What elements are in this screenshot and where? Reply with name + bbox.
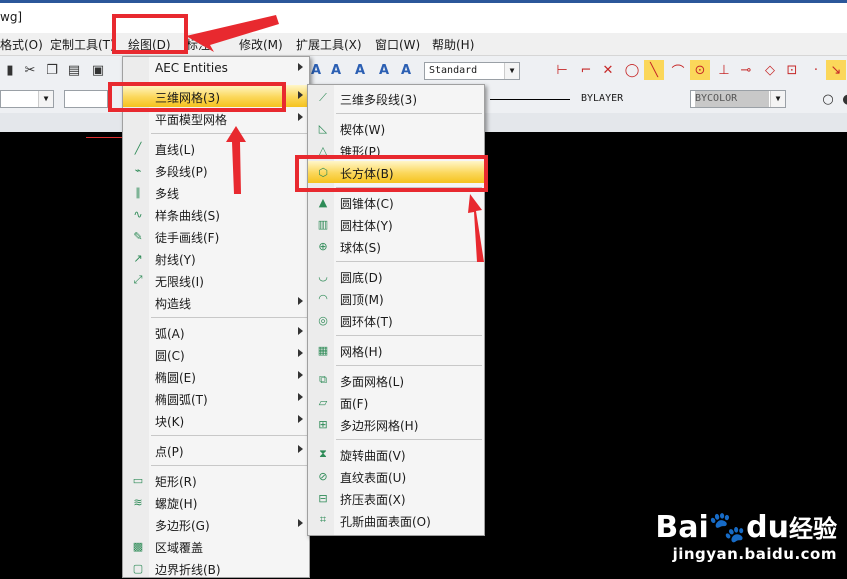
baidu-watermark: Bai🐾du经验 jingyan.baidu.com: [655, 510, 837, 564]
annotation-arrow-2: [226, 126, 246, 194]
annotation-arrow-1: [186, 15, 279, 52]
paw-icon: 🐾: [708, 510, 747, 545]
watermark-url: jingyan.baidu.com: [672, 545, 837, 563]
annotation-arrow-3: [468, 194, 484, 262]
annotation-arrows: [186, 15, 484, 262]
